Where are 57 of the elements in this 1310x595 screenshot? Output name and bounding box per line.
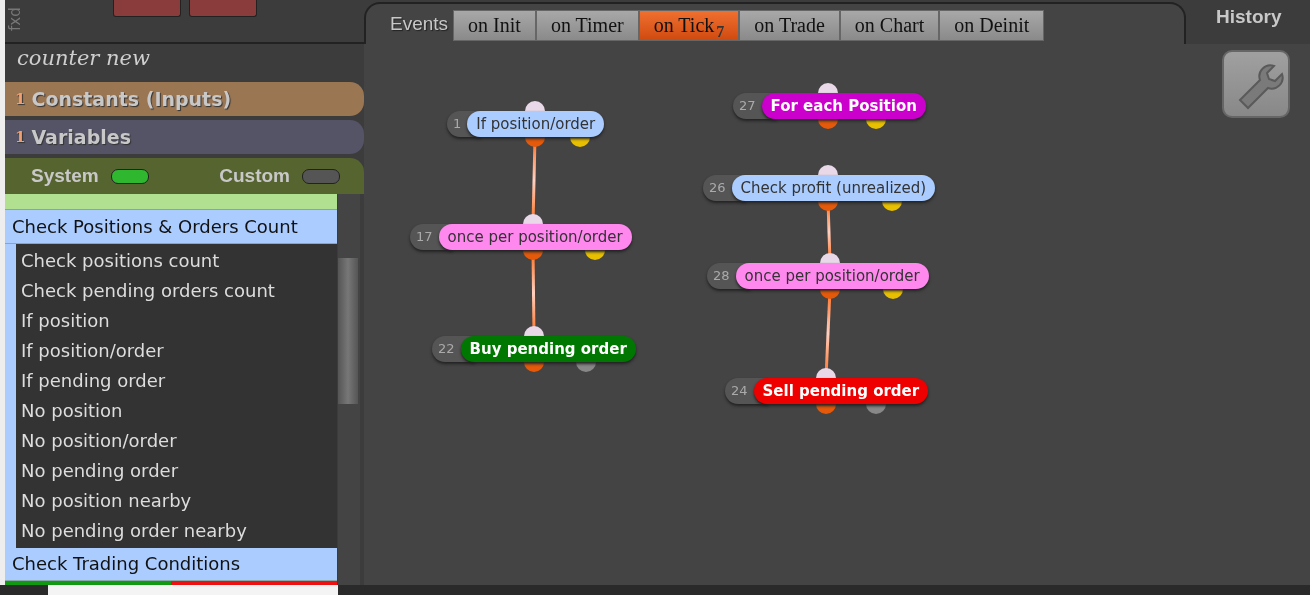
events-label: Events <box>390 13 449 35</box>
block-item[interactable]: Check pending orders count <box>16 275 337 306</box>
input-port[interactable] <box>524 326 544 336</box>
output-port[interactable] <box>883 289 903 299</box>
output-port[interactable] <box>525 137 545 147</box>
filter-label: Custom <box>219 165 290 187</box>
event-tab[interactable]: on Trade <box>739 10 840 41</box>
history-button[interactable]: History <box>1216 6 1282 28</box>
node-label[interactable]: For each Position <box>761 93 926 119</box>
toggle-switch[interactable] <box>110 168 149 184</box>
output-port[interactable] <box>818 119 838 129</box>
block-item[interactable]: Check positions count <box>16 245 337 276</box>
node-label[interactable]: If position/order <box>467 111 605 137</box>
node-label[interactable]: Check profit (unrealized) <box>731 175 936 201</box>
file-button[interactable] <box>113 0 181 17</box>
block-item[interactable]: If position <box>16 305 337 336</box>
block-item[interactable]: If pending order <box>16 365 337 396</box>
scrollbar-thumb[interactable] <box>338 258 358 404</box>
input-port[interactable] <box>818 165 838 175</box>
input-port[interactable] <box>525 101 545 111</box>
block-item[interactable]: No pending order nearby <box>16 515 337 546</box>
project-name: counter new <box>16 45 151 72</box>
input-port[interactable] <box>820 253 840 263</box>
output-port[interactable] <box>866 404 886 414</box>
node-label[interactable]: once per position/order <box>438 224 632 250</box>
toggle-switch[interactable] <box>302 168 340 184</box>
node-label[interactable]: Buy pending order <box>460 336 636 362</box>
tool-button[interactable] <box>1222 50 1290 118</box>
input-port[interactable] <box>816 368 836 378</box>
block-item[interactable]: No position <box>16 395 337 426</box>
scrollbar[interactable] <box>338 194 360 585</box>
output-port[interactable] <box>866 119 886 129</box>
output-port[interactable] <box>576 362 596 372</box>
block-item[interactable]: No position nearby <box>16 485 337 516</box>
output-port[interactable] <box>524 362 544 372</box>
output-port[interactable] <box>523 250 543 260</box>
output-port[interactable] <box>818 201 838 211</box>
block-item[interactable]: No pending order <box>16 455 337 486</box>
output-port[interactable] <box>816 404 836 414</box>
node-label[interactable]: once per position/order <box>735 263 929 289</box>
event-tab[interactable]: on Chart <box>839 10 940 41</box>
output-port[interactable] <box>570 137 590 147</box>
node-label[interactable]: Sell pending order <box>753 378 929 404</box>
output-port[interactable] <box>820 289 840 299</box>
input-port[interactable] <box>818 83 838 93</box>
block-item[interactable]: No position/order <box>16 425 337 456</box>
file-button[interactable] <box>189 0 257 17</box>
block-item[interactable]: If position/order <box>16 335 337 366</box>
event-tab[interactable]: on Init <box>453 10 536 41</box>
section-header[interactable]: 1 Variables <box>5 120 364 154</box>
tab-count: 7 <box>716 22 725 41</box>
input-port[interactable] <box>523 214 543 224</box>
filter-label: System <box>31 165 99 187</box>
output-port[interactable] <box>585 250 605 260</box>
event-tab[interactable]: on Timer <box>535 10 639 41</box>
event-tab[interactable]: on Deinit <box>939 10 1045 41</box>
output-port[interactable] <box>882 201 902 211</box>
